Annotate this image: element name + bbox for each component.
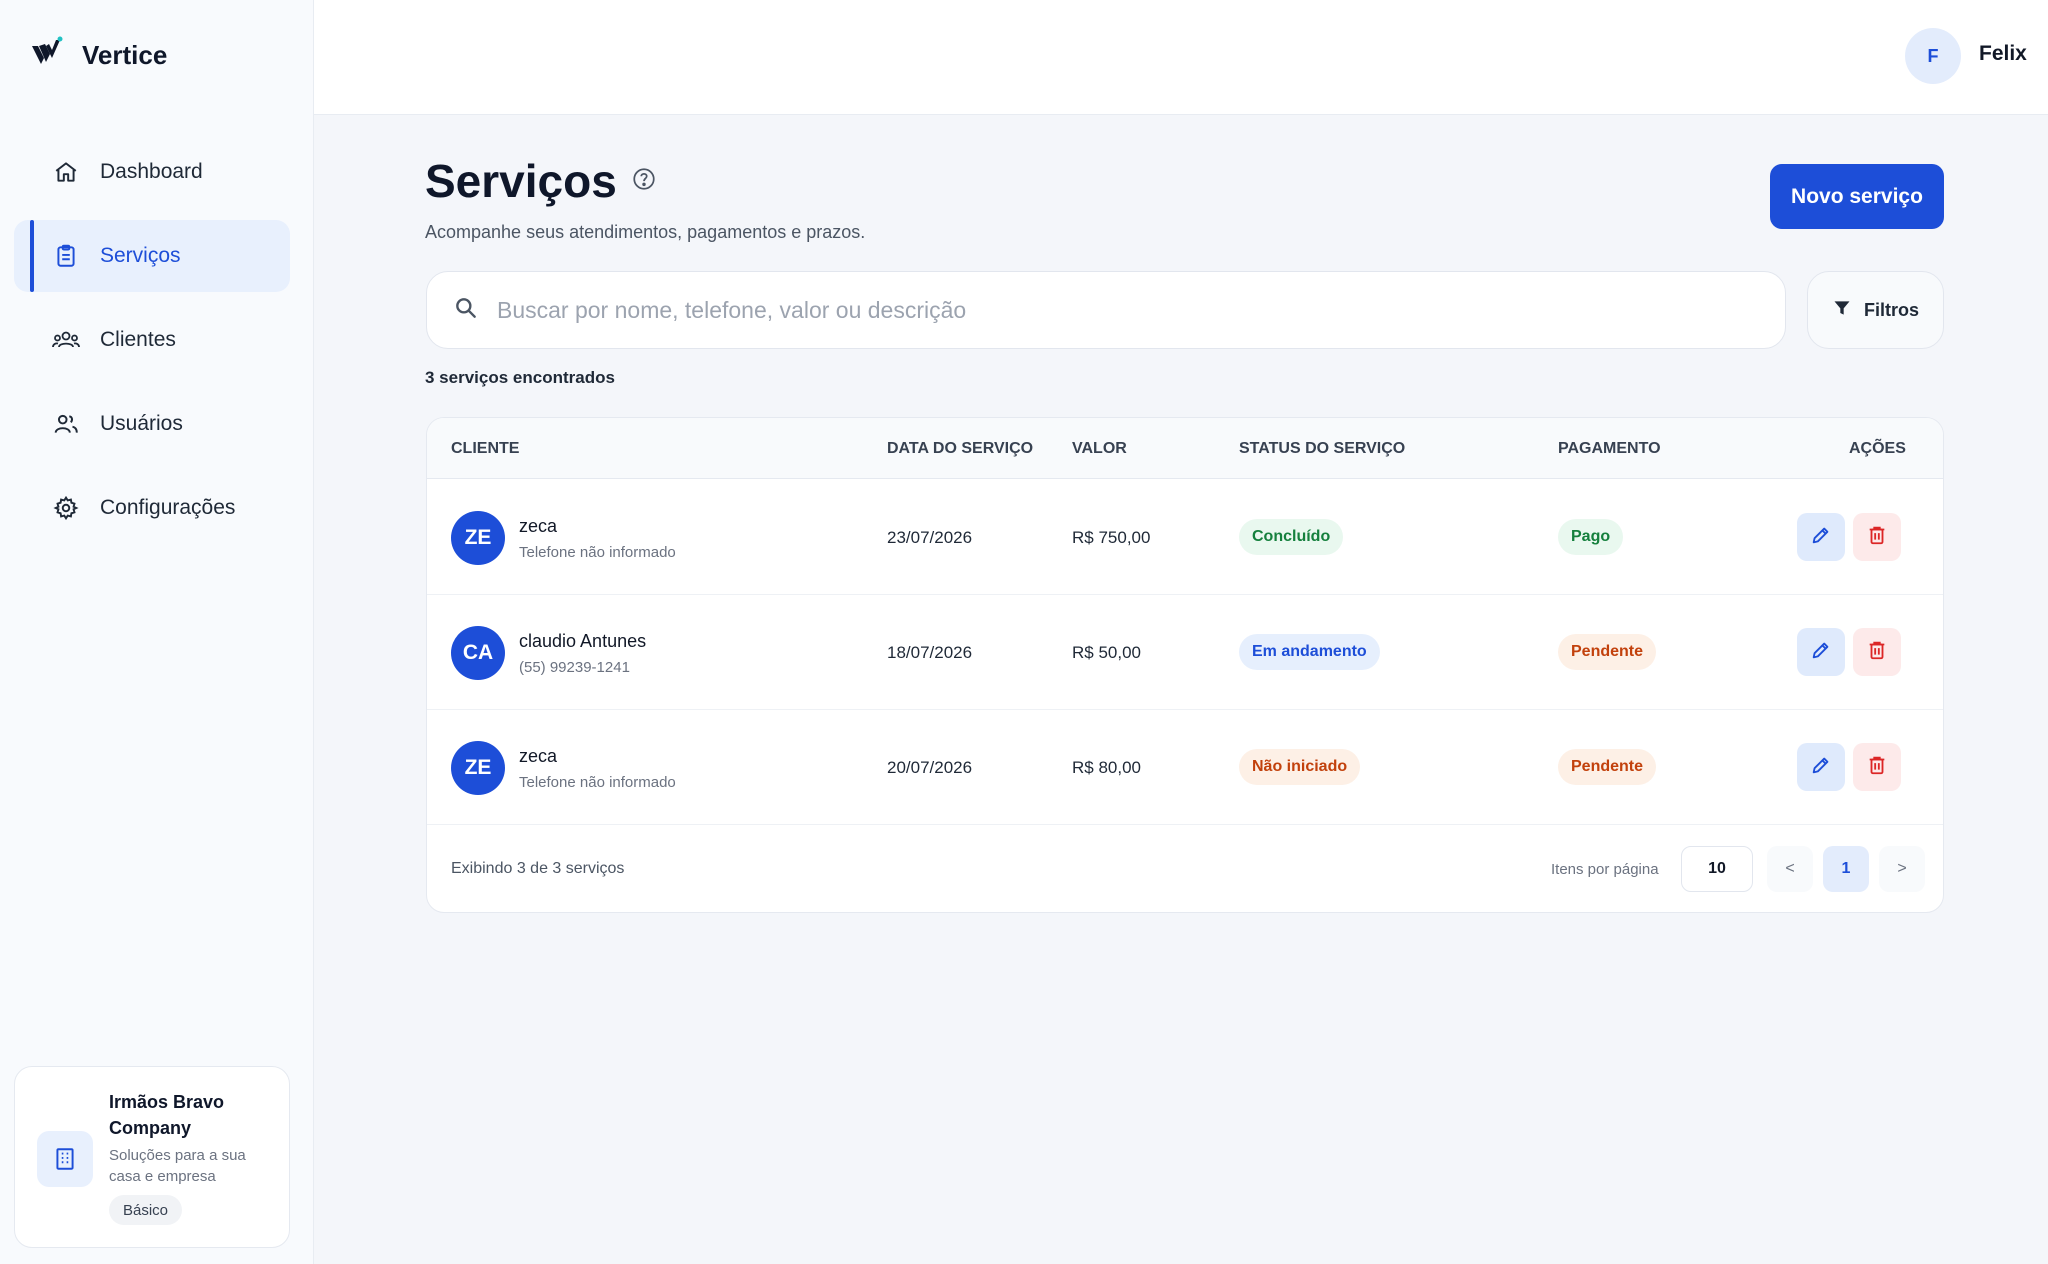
service-date: 23/07/2026 <box>887 528 973 547</box>
status-badge: Em andamento <box>1239 634 1380 670</box>
sidebar: Vertice Dashboard Serviços Clientes Usuá… <box>0 0 314 1264</box>
payment-badge: Pendente <box>1558 634 1657 670</box>
client-avatar: CA <box>451 626 505 680</box>
page-title: Serviços <box>425 155 617 207</box>
user-name[interactable]: Felix <box>1979 42 2027 66</box>
client-name: zeca <box>519 516 558 536</box>
edit-button[interactable] <box>1797 743 1845 791</box>
vertice-logo-icon <box>30 36 64 75</box>
sidebar-item-label: Usuários <box>100 412 183 435</box>
delete-button[interactable] <box>1853 743 1901 791</box>
sidebar-item-configuracoes[interactable]: Configurações <box>14 472 290 544</box>
brand[interactable]: Vertice <box>30 36 167 75</box>
status-badge: Não iniciado <box>1239 749 1361 785</box>
topbar: F Felix <box>314 0 2048 115</box>
column-header-value[interactable]: VALOR <box>1072 440 1127 458</box>
plan-badge: Básico <box>109 1195 183 1225</box>
page-1-button[interactable]: 1 <box>1823 846 1869 892</box>
result-count: 3 serviços encontrados <box>425 368 615 387</box>
brand-name: Vertice <box>82 40 168 70</box>
pencil-icon <box>1810 639 1832 666</box>
trash-icon <box>1866 754 1888 781</box>
search-input[interactable] <box>497 296 1757 324</box>
company-description: Soluções para a sua casa e empresa <box>109 1147 246 1185</box>
edit-button[interactable] <box>1797 513 1845 561</box>
gear-icon <box>52 494 80 522</box>
trash-icon <box>1866 524 1888 551</box>
showing-count: Exibindo 3 de 3 serviços <box>451 860 625 877</box>
filter-icon <box>1832 298 1852 323</box>
search-box[interactable] <box>426 271 1786 349</box>
table-footer: Exibindo 3 de 3 serviços Itens por págin… <box>427 826 1943 912</box>
table-row[interactable]: CA claudio Antunes (55) 99239-1241 18/07… <box>427 595 1943 710</box>
services-table: CLIENTE DATA DO SERVIÇO VALOR STATUS DO … <box>426 417 1944 913</box>
help-icon[interactable] <box>631 166 657 197</box>
clipboard-icon <box>52 242 80 270</box>
page-subtitle: Acompanhe seus atendimentos, pagamentos … <box>425 222 866 242</box>
service-value: R$ 50,00 <box>1072 643 1141 662</box>
sidebar-item-label: Clientes <box>100 328 176 351</box>
prev-page-button[interactable]: < <box>1767 846 1813 892</box>
service-value: R$ 750,00 <box>1072 528 1151 547</box>
column-header-payment[interactable]: PAGAMENTO <box>1558 440 1661 458</box>
next-page-button[interactable]: > <box>1879 846 1925 892</box>
home-icon <box>52 158 80 186</box>
sidebar-nav: Dashboard Serviços Clientes Usuários Con… <box>14 136 290 556</box>
client-phone: Telefone não informado <box>519 544 676 561</box>
sidebar-item-clientes[interactable]: Clientes <box>14 304 290 376</box>
delete-button[interactable] <box>1853 628 1901 676</box>
client-name: zeca <box>519 746 558 766</box>
per-page-select[interactable]: 10 <box>1681 846 1753 892</box>
payment-badge: Pendente <box>1558 749 1657 785</box>
payment-badge: Pago <box>1558 519 1624 555</box>
filters-label: Filtros <box>1863 299 1919 320</box>
company-name: Irmãos Bravo Company <box>109 1092 225 1138</box>
client-phone: Telefone não informado <box>519 774 676 791</box>
trash-icon <box>1866 639 1888 666</box>
delete-button[interactable] <box>1853 513 1901 561</box>
building-icon <box>37 1131 93 1187</box>
table-header: CLIENTE DATA DO SERVIÇO VALOR STATUS DO … <box>427 418 1943 479</box>
client-avatar: ZE <box>451 741 505 795</box>
users-group-icon <box>52 326 80 354</box>
column-header-date[interactable]: DATA DO SERVIÇO <box>887 440 1033 458</box>
client-phone: (55) 99239-1241 <box>519 659 630 676</box>
column-header-client[interactable]: CLIENTE <box>451 440 519 458</box>
edit-button[interactable] <box>1797 628 1845 676</box>
service-date: 18/07/2026 <box>887 643 973 662</box>
table-row[interactable]: ZE zeca Telefone não informado 23/07/202… <box>427 480 1943 595</box>
sidebar-item-servicos[interactable]: Serviços <box>14 220 290 292</box>
sidebar-item-dashboard[interactable]: Dashboard <box>14 136 290 208</box>
sidebar-item-label: Dashboard <box>100 160 203 183</box>
user-group-icon <box>52 410 80 438</box>
company-card[interactable]: Irmãos Bravo Company Soluções para a sua… <box>14 1066 290 1248</box>
column-header-status[interactable]: STATUS DO SERVIÇO <box>1239 440 1405 458</box>
new-service-button[interactable]: Novo serviço <box>1770 164 1944 229</box>
sidebar-item-label: Serviços <box>100 244 181 267</box>
search-icon <box>453 295 479 326</box>
user-avatar[interactable]: F <box>1905 28 1961 84</box>
client-name: claudio Antunes <box>519 631 647 651</box>
service-date: 20/07/2026 <box>887 758 973 777</box>
status-badge: Concluído <box>1239 519 1344 555</box>
filters-button[interactable]: Filtros <box>1807 271 1944 349</box>
table-row[interactable]: ZE zeca Telefone não informado 20/07/202… <box>427 710 1943 825</box>
sidebar-item-label: Configurações <box>100 496 236 519</box>
pencil-icon <box>1810 754 1832 781</box>
column-header-actions: AÇÕES <box>1849 440 1906 457</box>
client-avatar: ZE <box>451 511 505 565</box>
sidebar-item-usuarios[interactable]: Usuários <box>14 388 290 460</box>
per-page-label: Itens por página <box>1551 861 1659 878</box>
service-value: R$ 80,00 <box>1072 758 1141 777</box>
pencil-icon <box>1810 524 1832 551</box>
page-title-row: Serviços <box>425 154 657 208</box>
